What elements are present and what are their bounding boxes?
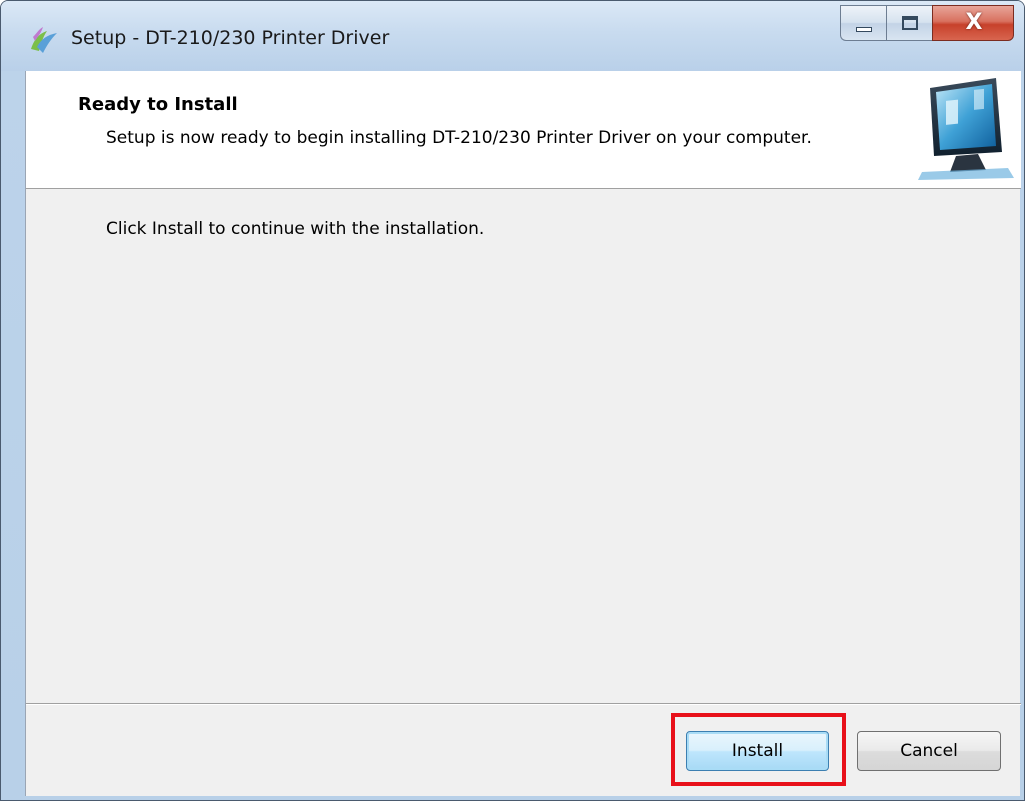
page-description: Setup is now ready to begin installing D…: [106, 128, 812, 148]
computer-monitor-icon: [918, 78, 1014, 180]
caption-buttons: X: [840, 5, 1014, 45]
close-button[interactable]: X: [932, 5, 1014, 41]
instruction-text: Click Install to continue with the insta…: [106, 219, 485, 239]
cancel-button[interactable]: Cancel: [857, 731, 1001, 771]
button-area-divider: [26, 703, 1021, 705]
page-title: Ready to Install: [78, 94, 238, 115]
installer-icon: [31, 27, 57, 53]
maximize-icon: [902, 16, 918, 30]
minimize-icon: [856, 27, 872, 32]
wizard-client-area: Ready to Install Setup is now ready to b…: [25, 71, 1021, 796]
minimize-button[interactable]: [840, 5, 886, 41]
install-button[interactable]: Install: [686, 731, 829, 771]
title-bar[interactable]: Setup - DT-210/230 Printer Driver X: [1, 1, 1024, 71]
wizard-header: Ready to Install Setup is now ready to b…: [26, 71, 1021, 189]
window-title: Setup - DT-210/230 Printer Driver: [71, 27, 390, 49]
close-icon: X: [965, 10, 983, 35]
setup-window: Setup - DT-210/230 Printer Driver X Read…: [0, 0, 1025, 801]
maximize-button[interactable]: [886, 5, 932, 41]
